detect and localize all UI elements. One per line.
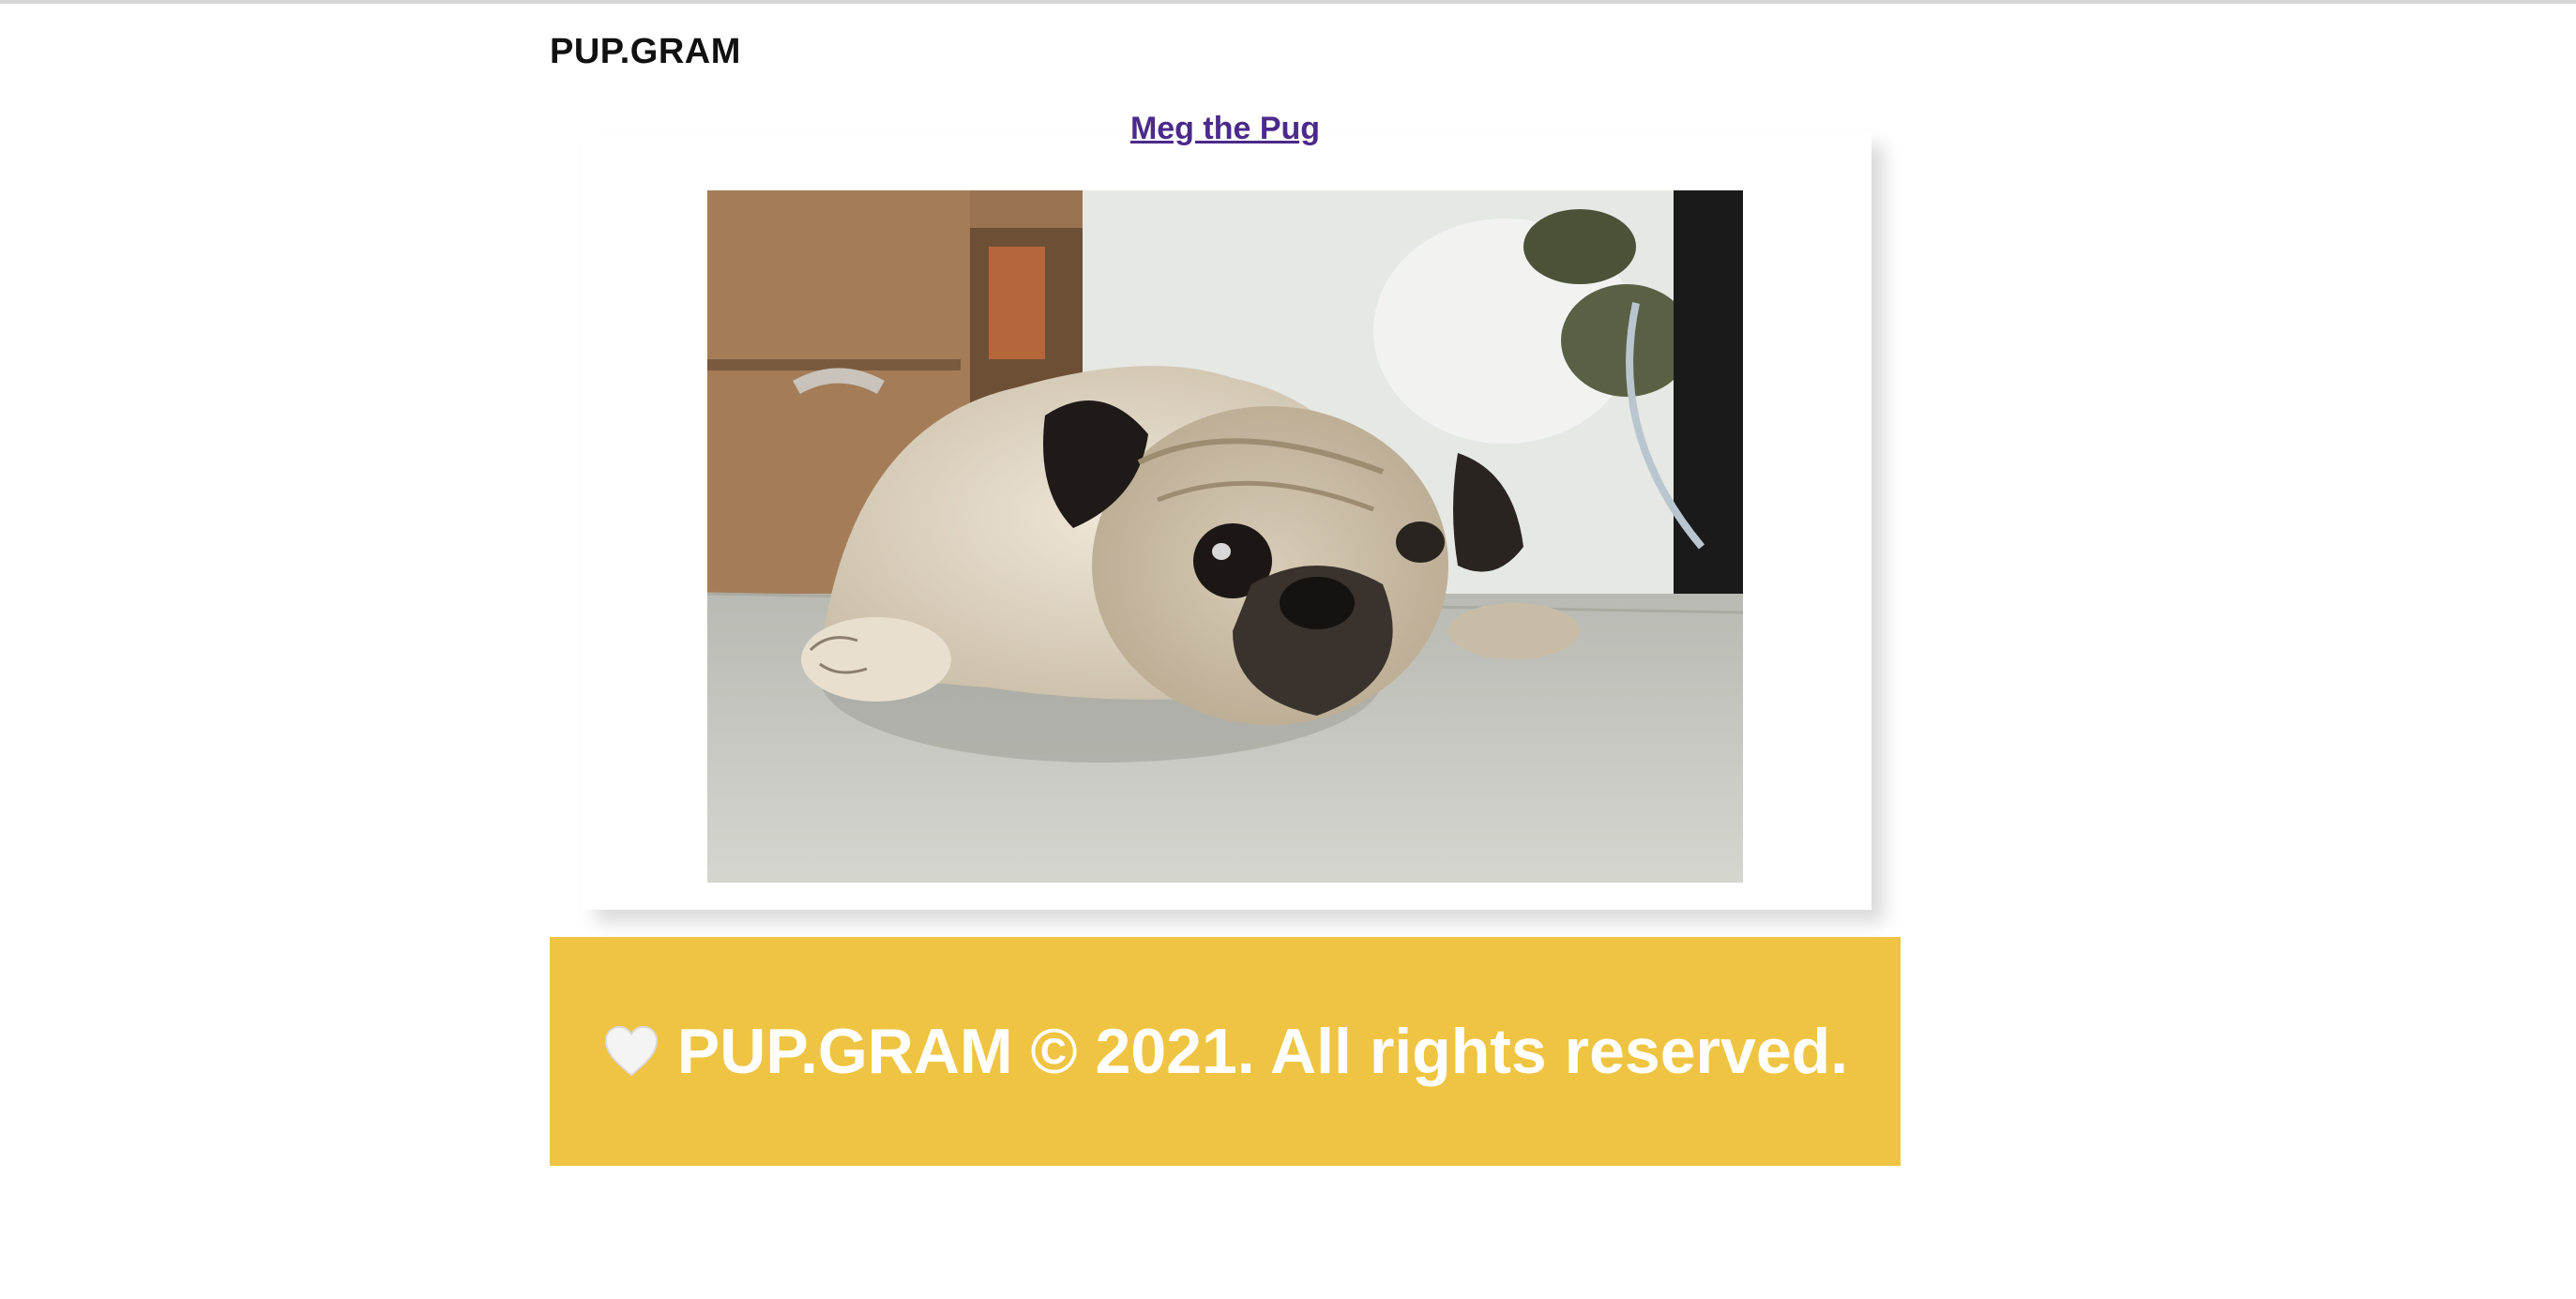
site-footer: PUP.GRAM © 2021. All rights reserved. (550, 937, 1901, 1166)
post-image (707, 190, 1743, 883)
footer-text: PUP.GRAM © 2021. All rights reserved. (676, 1016, 1849, 1087)
site-logo[interactable]: PUP.GRAM (550, 32, 741, 72)
footer-copyright: PUP.GRAM © 2021. All rights reserved. (550, 937, 1901, 1166)
white-heart-icon (604, 1025, 659, 1077)
post-title-link[interactable]: Meg the Pug (550, 111, 1901, 147)
top-border (0, 0, 2576, 4)
